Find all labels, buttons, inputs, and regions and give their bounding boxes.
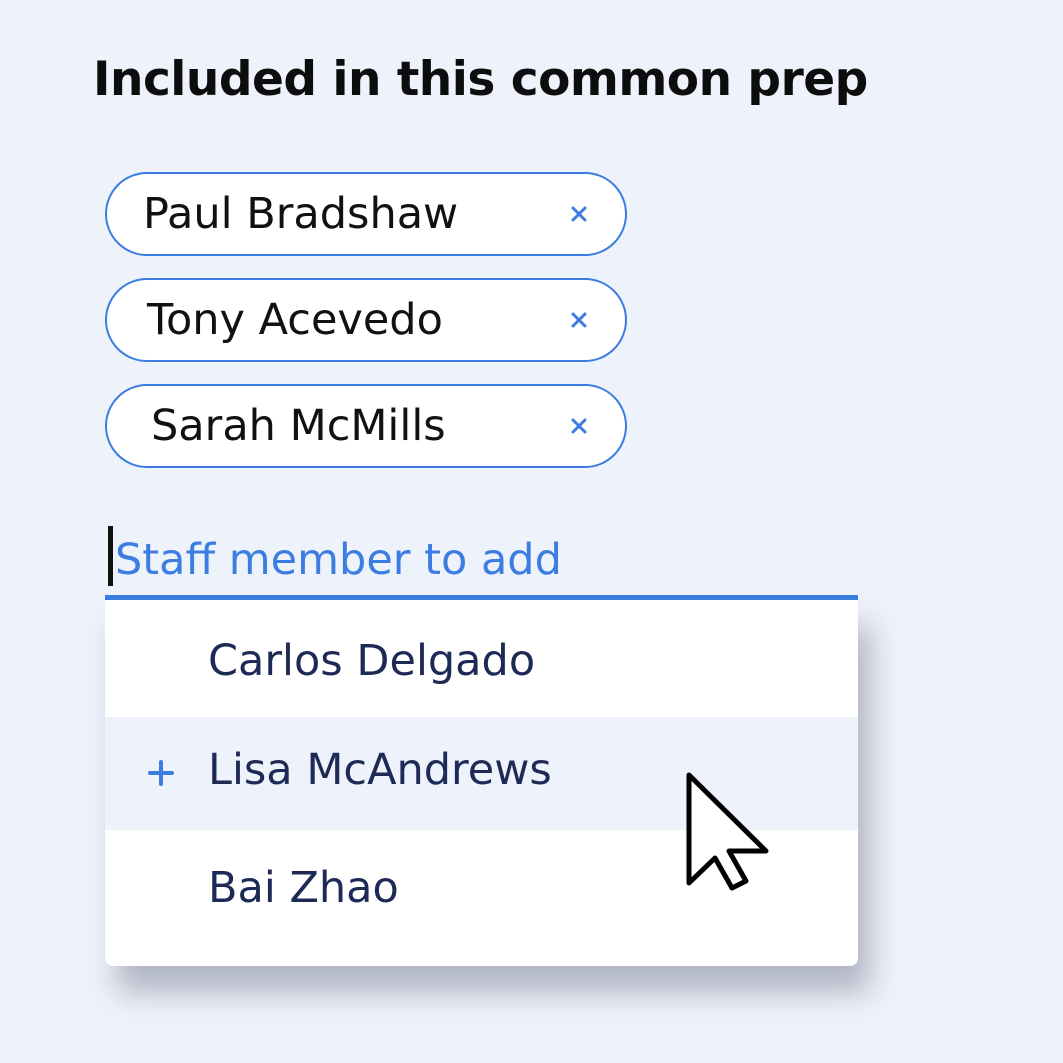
staff-search-input[interactable] — [105, 520, 858, 596]
staff-chip: Paul Bradshaw — [105, 172, 627, 256]
staff-search-field — [105, 520, 858, 602]
suggestion-dropdown: Carlos Delgado Lisa McAndrews Bai Zhao — [105, 600, 858, 966]
suggestion-option[interactable]: Carlos Delgado — [105, 600, 858, 717]
close-icon[interactable] — [565, 306, 593, 334]
suggestion-option[interactable]: Bai Zhao — [105, 830, 858, 966]
plus-icon — [147, 759, 175, 787]
close-icon[interactable] — [565, 200, 593, 228]
common-prep-panel: Included in this common prep Paul Bradsh… — [0, 0, 1063, 1063]
option-label: Carlos Delgado — [208, 636, 536, 686]
staff-chip: Sarah McMills — [105, 384, 627, 468]
option-label: Lisa McAndrews — [208, 745, 552, 795]
chip-label: Tony Acevedo — [147, 295, 443, 345]
close-icon[interactable] — [565, 412, 593, 440]
staff-chip: Tony Acevedo — [105, 278, 627, 362]
chip-label: Paul Bradshaw — [143, 189, 459, 239]
page-title: Included in this common prep — [93, 52, 868, 107]
option-label: Bai Zhao — [208, 863, 399, 913]
suggestion-option[interactable]: Lisa McAndrews — [105, 717, 858, 830]
text-caret — [108, 526, 113, 586]
chip-label: Sarah McMills — [151, 401, 446, 451]
